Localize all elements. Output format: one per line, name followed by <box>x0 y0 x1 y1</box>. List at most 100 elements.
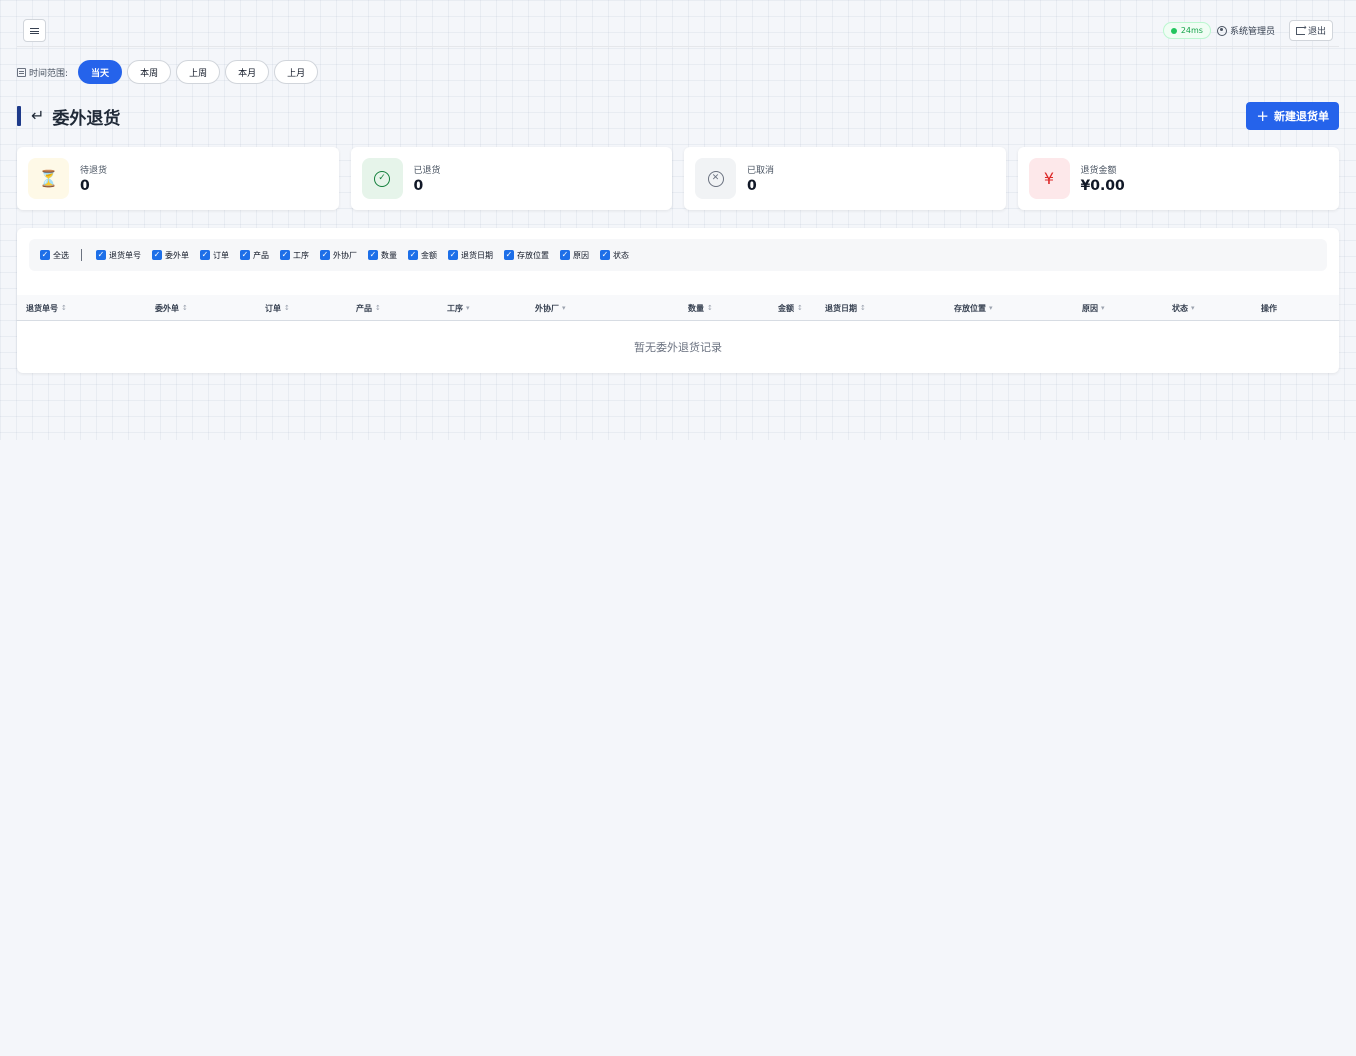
range-option-last-week[interactable]: 上周 <box>176 60 221 84</box>
checkbox-label: 退货日期 <box>461 250 493 260</box>
column-toggle-quantity[interactable]: ✓ 数量 <box>368 250 397 261</box>
sort-icon: ▾ <box>466 304 470 312</box>
stat-cards: ⏳ 待退货 0 ✓ 已退货 0 ✕ 已取消 0 ¥ 退货金额 ¥0.00 <box>17 147 1339 210</box>
checkbox-label: 存放位置 <box>517 250 549 260</box>
column-header-actions: 操作 <box>1261 295 1277 321</box>
time-range-filter: 时间范围: 当天 本周 上周 本月 上月 <box>17 60 319 84</box>
column-toggle-product[interactable]: ✓ 产品 <box>240 250 269 261</box>
latency-value: 24ms <box>1180 26 1203 35</box>
range-option-this-month[interactable]: 本月 <box>225 60 270 84</box>
current-user: 系统管理员 <box>1216 24 1275 37</box>
checkbox-label: 全选 <box>53 250 69 260</box>
stat-value: 0 <box>747 178 757 194</box>
column-header-return-date[interactable]: 退货日期 ↕ <box>825 295 866 321</box>
select-all-checkbox[interactable]: ✓ 全选 <box>40 250 69 261</box>
column-header-product[interactable]: 产品 ↕ <box>356 295 381 321</box>
column-toggle-reason[interactable]: ✓ 原因 <box>560 250 589 261</box>
column-toggle-return-date[interactable]: ✓ 退货日期 <box>448 250 493 261</box>
column-header-label: 存放位置 <box>954 303 986 313</box>
user-icon <box>1216 25 1227 36</box>
column-header-label: 订单 <box>265 303 281 313</box>
stat-label: 待退货 <box>80 166 108 176</box>
range-option-this-week[interactable]: 本周 <box>127 60 172 84</box>
sort-icon: ↕ <box>860 304 866 312</box>
yen-icon: ¥ <box>1028 158 1070 199</box>
stat-card-amount: ¥ 退货金额 ¥0.00 <box>1017 147 1339 210</box>
column-header-location[interactable]: 存放位置 ▾ <box>954 295 993 321</box>
column-header-process[interactable]: 工序 ▾ <box>447 295 470 321</box>
page-header: ↵ 委外退货 + 新建退货单 <box>17 102 1339 130</box>
column-header-return-no[interactable]: 退货单号 ↕ <box>26 295 67 321</box>
column-header-label: 外协厂 <box>535 303 559 313</box>
column-toggle-amount[interactable]: ✓ 金额 <box>408 250 437 261</box>
menu-toggle-button[interactable] <box>23 19 46 42</box>
stat-value: 0 <box>413 178 424 194</box>
checkbox-checked-icon: ✓ <box>448 250 458 260</box>
checkbox-checked-icon: ✓ <box>280 250 290 260</box>
new-return-order-label: 新建退货单 <box>1274 110 1329 123</box>
column-header-amount[interactable]: 金额 ↕ <box>778 295 803 321</box>
column-toggle-process[interactable]: ✓ 工序 <box>280 250 309 261</box>
column-header-label: 数量 <box>688 303 704 313</box>
table-header: 退货单号 ↕ 委外单 ↕ 订单 ↕ 产品 ↕ 工序 ▾ 外协厂 ▾ 数量 ↕ 金额 ↕ 退货日期… <box>17 295 1339 321</box>
column-visibility-bar: ✓ 全选 ✓ 退货单号 ✓ 委外单 ✓ 订单 ✓ 产品 ✓ 工序 ✓ 外协厂 ✓ 数量 ✓ 金额… <box>29 239 1327 271</box>
range-option-today[interactable]: 当天 <box>78 60 123 84</box>
range-option-last-month[interactable]: 上月 <box>274 60 319 84</box>
column-header-label: 原因 <box>1082 303 1098 313</box>
logout-button[interactable]: 退出 <box>1288 20 1333 41</box>
time-range-label: 时间范围: <box>17 66 68 79</box>
sort-icon: ↕ <box>707 304 713 312</box>
stat-label: 已退货 <box>413 166 441 176</box>
sort-icon: ↕ <box>375 304 381 312</box>
column-header-vendor[interactable]: 外协厂 ▾ <box>535 295 566 321</box>
checkbox-checked-icon: ✓ <box>504 250 514 260</box>
checkbox-checked-icon: ✓ <box>600 250 610 260</box>
column-toggle-vendor[interactable]: ✓ 外协厂 <box>320 250 357 261</box>
checkbox-checked-icon: ✓ <box>152 250 162 260</box>
new-return-order-button[interactable]: + 新建退货单 <box>1246 102 1339 130</box>
column-toggle-location[interactable]: ✓ 存放位置 <box>504 250 549 261</box>
user-name: 系统管理员 <box>1229 27 1275 37</box>
title-accent-bar <box>17 106 21 126</box>
logout-label: 退出 <box>1307 27 1326 37</box>
page-title: 委外退货 <box>52 108 121 129</box>
checkbox-checked-icon: ✓ <box>560 250 570 260</box>
column-toggle-status[interactable]: ✓ 状态 <box>600 250 629 261</box>
stat-card-returned: ✓ 已退货 0 <box>350 147 672 210</box>
sort-icon: ▾ <box>989 304 993 312</box>
column-header-reason[interactable]: 原因 ▾ <box>1082 295 1105 321</box>
column-header-order[interactable]: 订单 ↕ <box>265 295 290 321</box>
checkbox-checked-icon: ✓ <box>200 250 210 260</box>
checkbox-label: 状态 <box>613 250 629 260</box>
column-header-label: 退货单号 <box>26 303 58 313</box>
sort-icon: ↕ <box>797 304 803 312</box>
time-range-label-text: 时间范围: <box>29 68 69 79</box>
column-header-label: 产品 <box>356 303 372 313</box>
checkbox-checked-icon: ✓ <box>96 250 106 260</box>
stat-card-pending: ⏳ 待退货 0 <box>17 147 339 210</box>
checkbox-label: 数量 <box>381 250 397 260</box>
column-header-label: 操作 <box>1261 303 1277 313</box>
column-header-label: 状态 <box>1172 303 1188 313</box>
plus-icon: + <box>1256 106 1269 125</box>
column-header-status[interactable]: 状态 ▾ <box>1172 295 1195 321</box>
empty-state: 暂无委外退货记录 <box>634 341 722 354</box>
column-header-quantity[interactable]: 数量 ↕ <box>688 295 713 321</box>
return-arrow-icon: ↵ <box>31 106 45 125</box>
checkbox-label: 产品 <box>253 250 269 260</box>
column-toggle-order[interactable]: ✓ 订单 <box>200 250 229 261</box>
status-dot-icon <box>1170 27 1177 34</box>
check-circle-icon: ✓ <box>361 158 403 199</box>
sort-icon: ▾ <box>1191 304 1195 312</box>
column-toggle-return-no[interactable]: ✓ 退货单号 <box>96 250 141 261</box>
column-header-label: 工序 <box>447 303 463 313</box>
checkbox-label: 退货单号 <box>109 250 141 260</box>
page-title-group: ↵ 委外退货 <box>17 104 120 129</box>
sort-icon: ▾ <box>1101 304 1105 312</box>
column-toggle-outsource-order[interactable]: ✓ 委外单 <box>152 250 189 261</box>
sort-icon: ↕ <box>61 304 67 312</box>
return-orders-table: ✓ 全选 ✓ 退货单号 ✓ 委外单 ✓ 订单 ✓ 产品 ✓ 工序 ✓ 外协厂 ✓ 数量 ✓ 金额… <box>17 228 1339 373</box>
calendar-icon <box>17 67 26 77</box>
column-header-outsource-order[interactable]: 委外单 ↕ <box>155 295 188 321</box>
checkbox-label: 工序 <box>293 250 309 260</box>
